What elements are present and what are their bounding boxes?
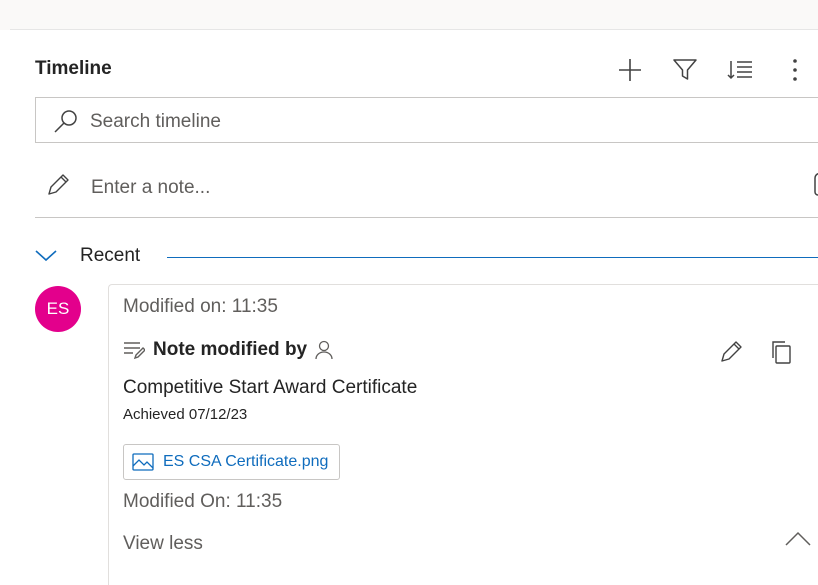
note-placeholder: Enter a note... [91, 177, 211, 198]
image-file-icon [132, 453, 154, 471]
view-less-link[interactable]: View less [123, 533, 203, 555]
modified-on-bottom: Modified On: 11:35 [123, 491, 283, 512]
filter-icon[interactable] [665, 54, 705, 86]
sort-icon[interactable] [720, 54, 760, 86]
top-strip [0, 0, 818, 30]
chevron-down-icon [35, 250, 57, 262]
recent-section-header[interactable]: Recent [35, 243, 818, 273]
attachment-chip[interactable]: ES CSA Certificate.png [123, 444, 341, 480]
recent-label: Recent [80, 245, 141, 266]
timeline-record-card[interactable]: Modified on: 11:35 Note modified by Comp… [108, 284, 818, 585]
add-icon[interactable] [610, 54, 650, 86]
avatar[interactable]: ES [35, 286, 81, 332]
record-heading: Note modified by [123, 339, 333, 361]
person-icon[interactable] [315, 340, 333, 360]
note-input[interactable]: Enter a note... [35, 157, 818, 218]
timeline-panel: Timeline Search timeline Enter a note...… [10, 30, 818, 585]
search-icon [54, 110, 77, 133]
record-title: Competitive Start Award Certificate [123, 377, 418, 398]
modified-on-top: Modified on: 11:35 [123, 296, 278, 317]
section-divider [167, 257, 818, 258]
note-icon [124, 342, 145, 360]
timeline-title: Timeline [35, 58, 112, 79]
more-options-icon[interactable] [780, 54, 810, 86]
search-placeholder: Search timeline [90, 111, 221, 132]
chevron-up-icon[interactable] [785, 531, 811, 547]
copy-icon[interactable] [765, 335, 797, 369]
note-modified-heading: Note modified by [153, 339, 308, 360]
attachment-name: ES CSA Certificate.png [163, 453, 329, 470]
edit-icon[interactable] [715, 335, 747, 369]
search-timeline-input[interactable]: Search timeline [35, 97, 818, 143]
record-subtitle: Achieved 07/12/23 [123, 406, 248, 423]
attach-icon[interactable] [811, 173, 818, 199]
pencil-icon [48, 174, 69, 195]
